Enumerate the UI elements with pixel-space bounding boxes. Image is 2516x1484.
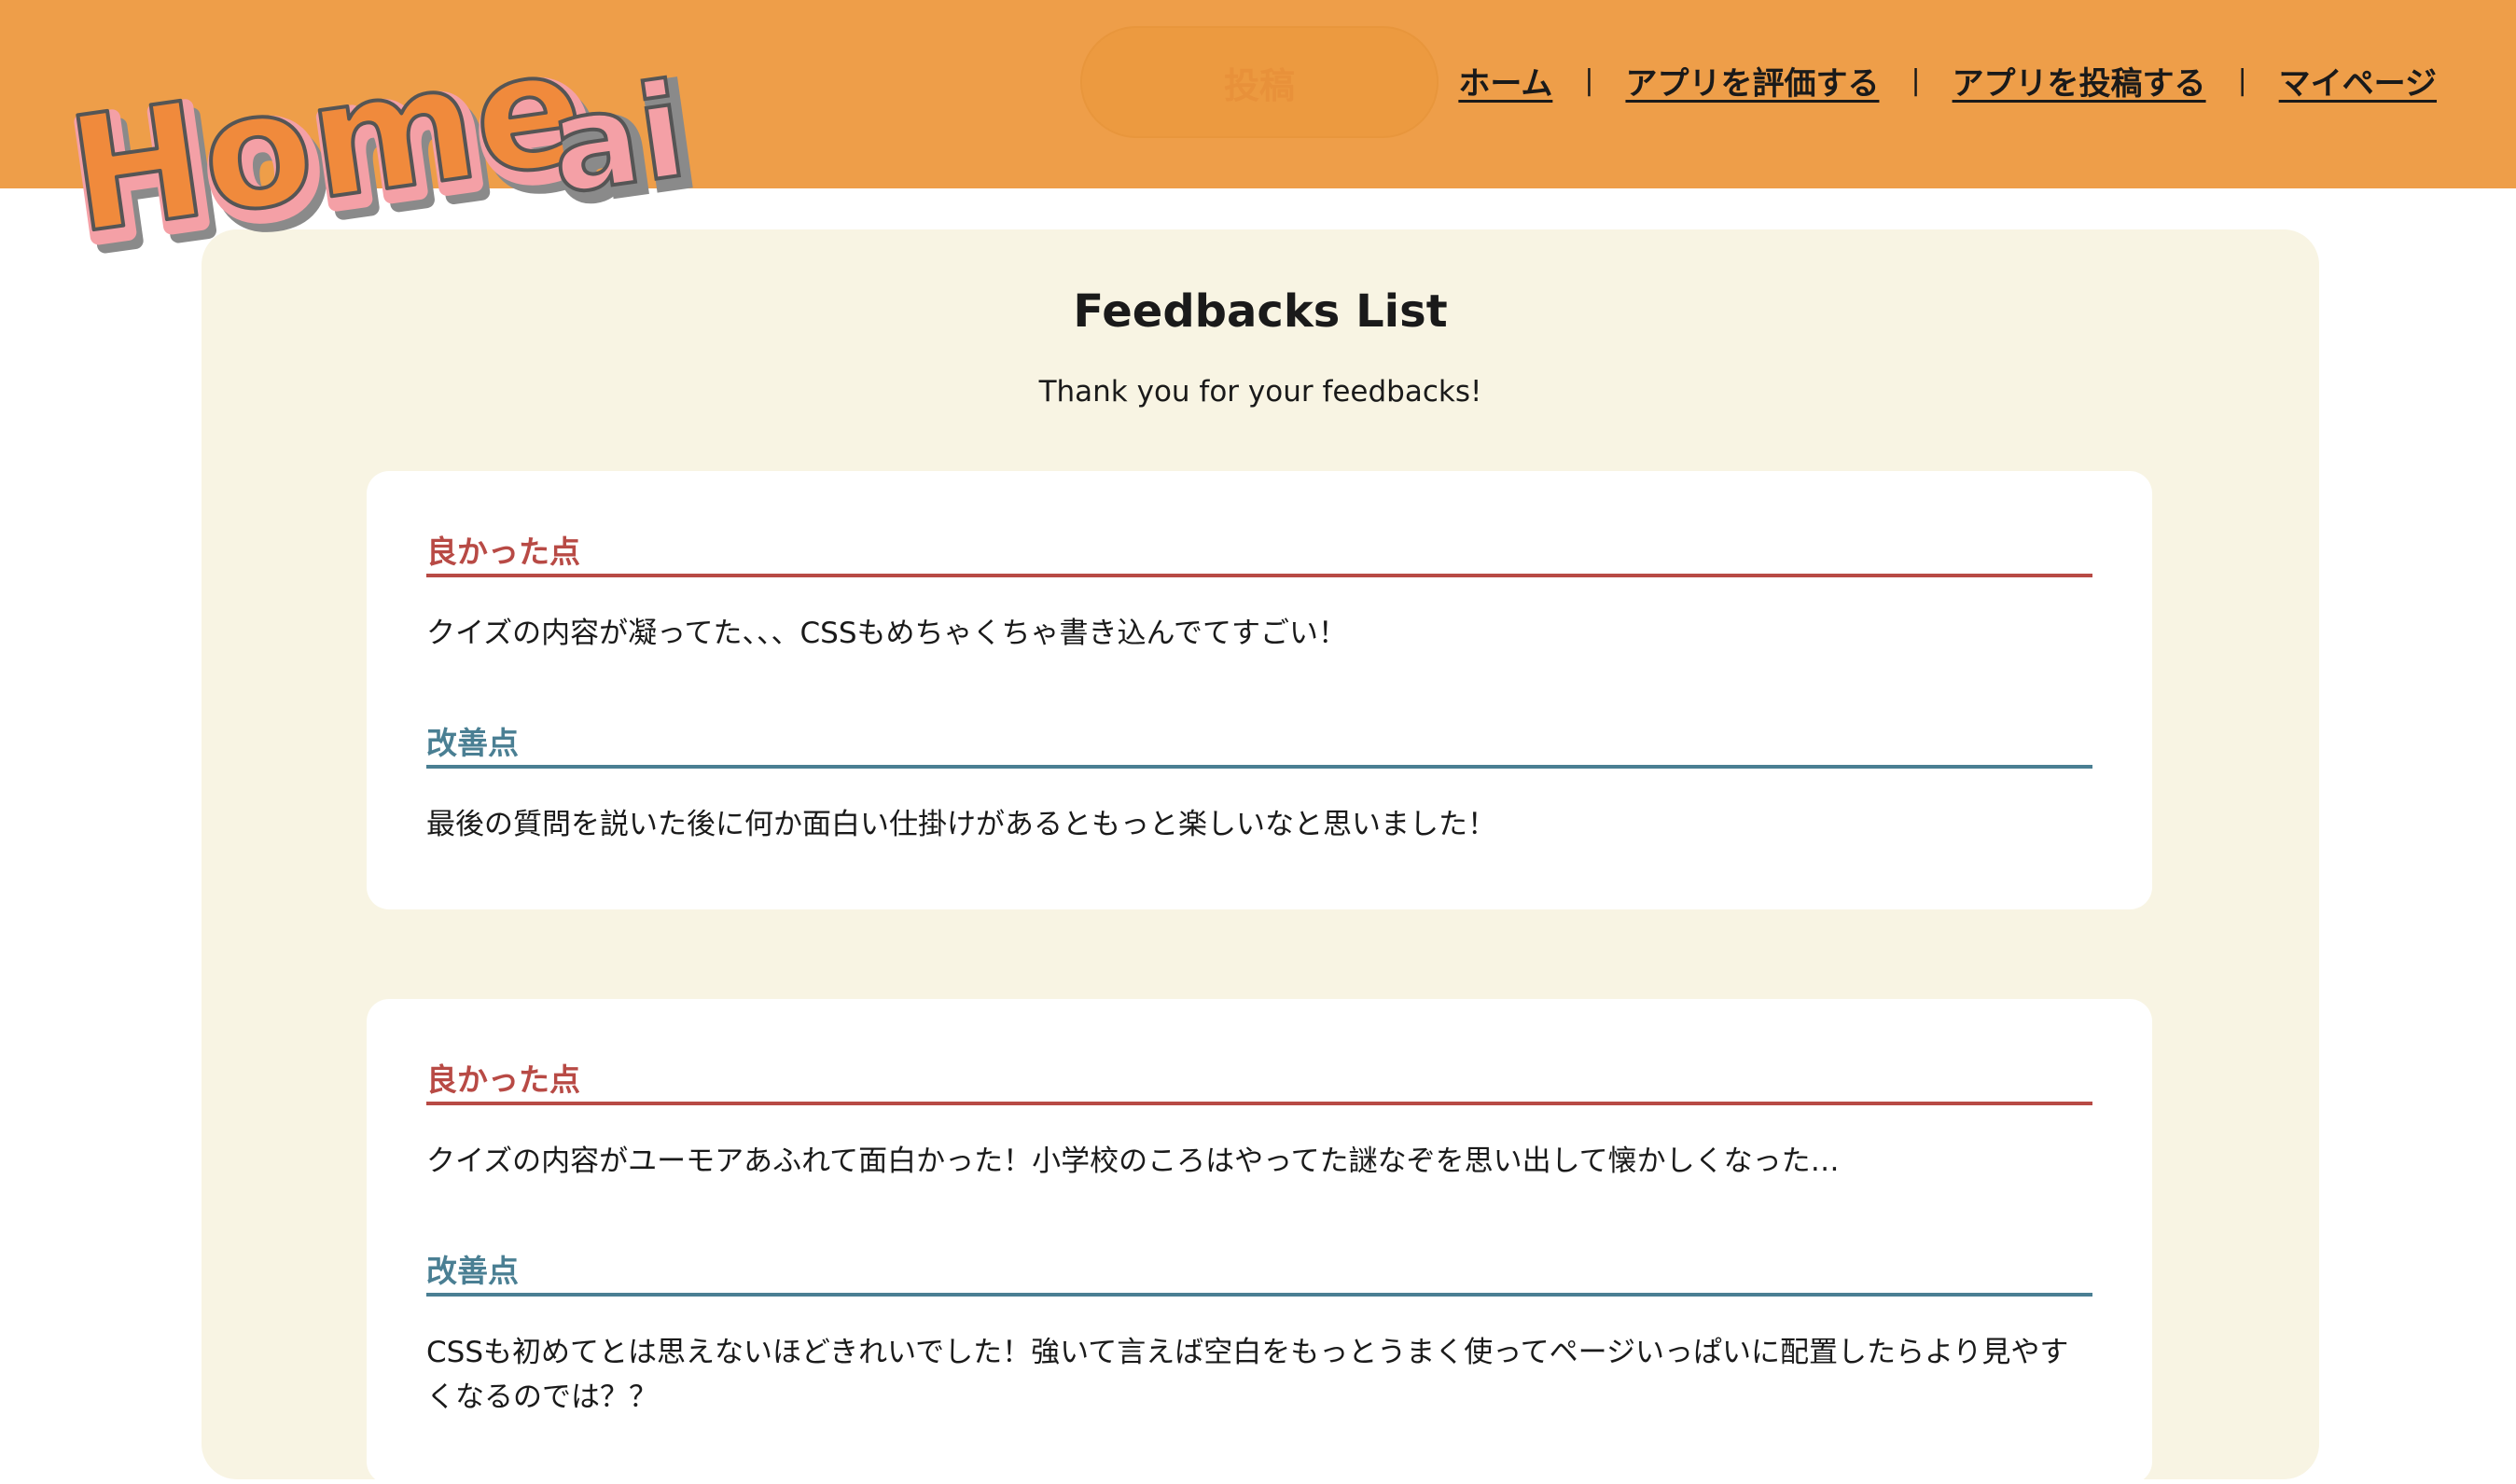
nav-home-link[interactable]: ホーム xyxy=(1458,58,1552,104)
logo-text-main: Home xyxy=(59,15,594,270)
feedbacks-panel: Feedbacks List Thank you for your feedba… xyxy=(202,229,2319,1484)
good-points-text: クイズの内容がユーモアあふれて面白かった！小学校のころはやってた謎なぞを思い出し… xyxy=(426,1144,1840,1178)
improvement-text: CSSも初めてとは思えないほどきれいでした！強いて言えば空白をもっとうまく使って… xyxy=(426,1336,2069,1414)
homeai-logo[interactable]: Home Home Home ai ai xyxy=(55,13,760,293)
improvement-heading: 改善点 xyxy=(426,1246,2092,1297)
nav-rate-app-link[interactable]: アプリを評価する xyxy=(1625,58,1879,104)
nav-mypage-link[interactable]: マイページ xyxy=(2279,58,2437,104)
feedback-card: 良かった点 クイズの内容がユーモアあふれて面白かった！小学校のころはやってた謎な… xyxy=(367,999,2152,1484)
page-title: Feedbacks List xyxy=(1073,285,1448,338)
improvement-text: 最後の質問を説いた後に何か面白い仕掛けがあるともっと楽しいなと思いました！ xyxy=(426,808,1496,841)
post-button[interactable]: 投稿 xyxy=(1080,26,1439,138)
good-points-heading: 良かった点 xyxy=(426,1055,2092,1105)
logo-graphic: Home Home Home ai ai xyxy=(55,13,707,293)
page-subtitle: Thank you for your feedbacks! xyxy=(1038,375,1482,409)
nav-separator: | xyxy=(1911,63,1921,97)
nav-separator: | xyxy=(1584,63,1594,97)
nav-post-app-link[interactable]: アプリを投稿する xyxy=(1953,58,2206,104)
logo-text-sub: ai xyxy=(541,55,694,224)
improvement-heading: 改善点 xyxy=(426,718,2092,769)
site-header: Home Home Home ai ai 投稿 ホーム | アプリを評価する |… xyxy=(0,0,2516,293)
main-nav: ホーム | アプリを評価する | アプリを投稿する | マイページ xyxy=(1458,54,2437,106)
good-points-text: クイズの内容が凝ってた、、、CSSもめちゃくちゃ書き込んでてすごい！ xyxy=(426,617,1347,650)
good-points-heading: 良かった点 xyxy=(426,527,2092,577)
feedback-card: 良かった点 クイズの内容が凝ってた、、、CSSもめちゃくちゃ書き込んでてすごい！… xyxy=(367,471,2152,909)
nav-separator: | xyxy=(2237,63,2247,97)
